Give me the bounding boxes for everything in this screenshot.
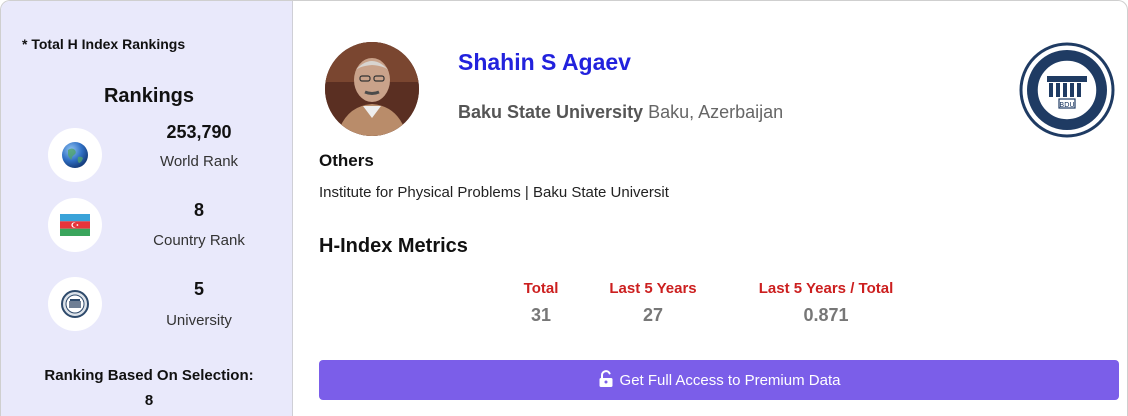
university-rank-row: 5 University [1,277,293,347]
university-rank-label: University [166,312,232,329]
h-index-metrics-heading: H-Index Metrics [319,235,468,257]
world-rank-value: 253,790 [166,122,232,142]
world-rank-row: 253,790 World Rank [1,120,293,190]
metric-ratio-value: 0.871 [803,305,849,325]
total-h-index-note: * Total H Index Rankings [22,36,186,52]
rankings-title: Rankings [103,85,195,107]
university-logo: BDU [1019,42,1115,138]
others-heading: Others [319,151,374,170]
unlock-icon [598,369,614,391]
profile-avatar [325,42,419,136]
others-affiliations: Institute for Physical Problems | Baku S… [319,184,669,201]
country-rank-label: Country Rank [153,232,245,249]
university-location: Baku, Azerbaijan [648,102,784,122]
globe-icon [48,128,102,182]
university-seal-icon [48,277,102,331]
ranking-selection-label: Ranking Based On Selection: [44,367,254,384]
university-name[interactable]: Baku State University [458,102,643,122]
premium-access-button[interactable]: Get Full Access to Premium Data [319,360,1119,400]
metric-total: Total 31 [506,280,576,326]
ranking-selection-value: 8 [144,392,154,409]
ranking-selection: Ranking Based On Selection: 8 [1,363,297,413]
affiliation: Baku State University Baku, Azerbaijan [458,102,783,123]
university-logo-text: BDU [1059,101,1074,109]
profile-card: * Total H Index Rankings Rankings 253,79… [0,0,1128,416]
premium-access-label: Get Full Access to Premium Data [619,371,841,389]
metric-last-5-years-value: 27 [642,305,664,325]
world-rank-label: World Rank [159,153,239,170]
country-rank-value: 8 [193,200,204,220]
metric-last-5-years-header: Last 5 Years [609,280,697,297]
azerbaijan-flag-icon [48,198,102,252]
rankings-sidebar: * Total H Index Rankings Rankings 253,79… [1,1,293,416]
metric-total-value: 31 [530,305,552,325]
metric-ratio: Last 5 Years / Total 0.871 [736,280,916,326]
researcher-name[interactable]: Shahin S Agaev [458,49,631,76]
country-rank-row: 8 Country Rank [1,198,293,268]
university-rank-value: 5 [193,279,204,299]
metric-ratio-header: Last 5 Years / Total [758,280,894,297]
metric-last-5-years: Last 5 Years 27 [591,280,715,326]
metric-total-header: Total [523,280,559,297]
